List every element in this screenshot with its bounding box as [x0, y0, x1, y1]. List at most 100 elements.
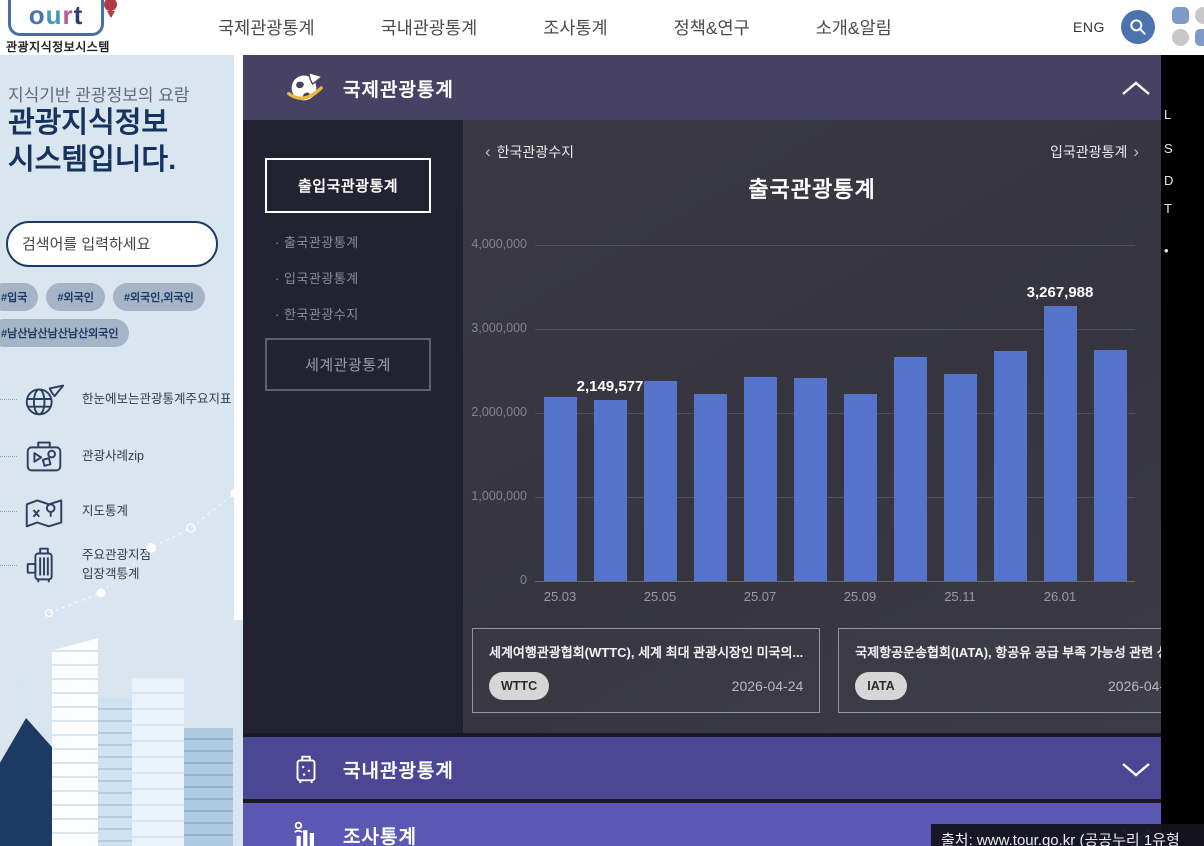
x-axis-tick — [1085, 589, 1135, 604]
all-menu-icon[interactable] — [1172, 7, 1204, 47]
x-axis-tick — [985, 589, 1035, 604]
bar[interactable] — [794, 378, 827, 581]
page: ourt 관광지식정보시스템 국제관광통계국내관광통계조사통계정책&연구소개&알… — [0, 0, 1204, 846]
submenu-group-world[interactable]: 세계관광통계 — [265, 338, 431, 391]
gridline — [535, 581, 1135, 582]
chevron-left-icon: ‹ — [479, 142, 497, 161]
search-input[interactable] — [22, 236, 221, 253]
section-title: 국제관광통계 — [343, 75, 454, 102]
bar-slot — [635, 245, 685, 581]
chevron-up-icon[interactable] — [1121, 81, 1151, 96]
news-badge: IATA — [855, 672, 906, 700]
building-shape — [0, 718, 58, 846]
city-illustration — [0, 606, 243, 846]
hashtag-cloud: #입국 #외국인 #외국인,외국인 #남산남산남산남산외국인 — [0, 283, 243, 355]
hashtag-pill[interactable]: #남산남산남산남산외국인 — [0, 319, 129, 347]
bar-slot — [735, 245, 785, 581]
globe-plane-badge-icon — [283, 66, 325, 108]
clipped-text-fragment: • — [1164, 243, 1169, 258]
x-axis-tick — [885, 589, 935, 604]
bar[interactable] — [944, 374, 977, 581]
topnav-item[interactable]: 소개&알림 — [816, 15, 892, 40]
clipped-text-fragment: L — [1164, 107, 1171, 122]
bar[interactable] — [644, 381, 677, 581]
news-title: 국제항공운송협회(IATA), 항공유 공급 부족 가능성 관련 성... — [855, 642, 1161, 661]
sidebar-item-label: 한눈에보는관광통계주요지표 — [82, 390, 232, 409]
bar[interactable] — [894, 357, 927, 581]
building-shape — [98, 698, 132, 846]
chart-title: 출국관광통계 — [463, 172, 1161, 204]
section-title: 조사통계 — [343, 822, 417, 846]
bar[interactable] — [694, 394, 727, 581]
y-axis-tick: 3,000,000 — [467, 321, 527, 335]
top-navigation: ourt 관광지식정보시스템 국제관광통계 국내관광통계 조사통계 정책&연구 소개&알… — [0, 0, 1204, 55]
chevron-right-icon: › — [1127, 142, 1145, 161]
submenu-list: · 출국관광통계 · 입국관광통계 · 한국관광수지 — [275, 232, 359, 340]
sidebar-item-key-indicators[interactable]: 한눈에보는관광통계주요지표 — [0, 373, 243, 425]
search-icon — [1128, 17, 1148, 37]
bar-slot — [885, 245, 935, 581]
bar[interactable] — [844, 394, 877, 581]
x-axis-tick: 26.01 — [1035, 589, 1085, 604]
building-shape — [52, 638, 98, 846]
bar[interactable] — [994, 351, 1027, 581]
source-attribution: 출처: www.tour.go.kr (공공누리 1유형 — [931, 824, 1204, 846]
x-axis-tick: 25.03 — [535, 589, 585, 604]
topnav-item[interactable]: 국내관광통계 — [381, 15, 478, 40]
hashtag-pill[interactable]: #외국인 — [46, 283, 104, 311]
language-toggle[interactable]: ENG — [1073, 19, 1105, 35]
bar[interactable] — [1094, 350, 1127, 581]
global-search-button[interactable] — [1121, 10, 1155, 44]
section-header-international[interactable]: 국제관광통계 — [243, 55, 1161, 120]
sidebar-item-label: 관광사례zip — [82, 447, 144, 466]
x-axis-tick — [585, 589, 635, 604]
survey-stats-icon — [289, 817, 323, 846]
sidebar-search[interactable] — [6, 221, 218, 267]
news-date: 2026-04-24 — [732, 678, 804, 694]
chart-plot: 2,149,5773,267,988 — [535, 245, 1135, 581]
chevron-down-icon[interactable] — [1121, 762, 1151, 777]
clipped-text-fragment: D — [1164, 173, 1173, 188]
news-cards: 세계여행관광협회(WTTC), 세계 최대 관광시장인 미국의... WTTC … — [472, 628, 1152, 713]
map-pin-icon — [104, 0, 118, 16]
building-shape — [184, 728, 233, 846]
hashtag-pill[interactable]: #외국인,외국인 — [113, 283, 205, 311]
chart-next-button[interactable]: 입국관광통계› — [1050, 142, 1145, 162]
stats-submenu: 출입국관광통계 · 출국관광통계 · 입국관광통계 · 한국관광수지 세계관광통계 — [243, 120, 463, 733]
dotted-leader — [0, 511, 17, 512]
logo-caption: 관광지식정보시스템 — [6, 38, 110, 55]
hashtag-pill[interactable]: #입국 — [0, 283, 38, 311]
section-header-domestic[interactable]: 국내관광통계 — [243, 737, 1161, 799]
bar-slot — [835, 245, 885, 581]
x-axis-tick: 25.05 — [635, 589, 685, 604]
hashtag-row: #입국 #외국인 #외국인,외국인 — [0, 283, 243, 311]
bar-slot: 2,149,577 — [585, 245, 635, 581]
topnav-menu: 국제관광통계 국내관광통계 조사통계 정책&연구 소개&알림 — [218, 0, 892, 55]
dotted-leader — [0, 456, 17, 457]
bar[interactable] — [544, 397, 577, 581]
logo-text: ourt — [29, 0, 84, 31]
submenu-item[interactable]: · 한국관광수지 — [275, 304, 359, 323]
bar[interactable] — [594, 400, 627, 581]
submenu-group-active[interactable]: 출입국관광통계 — [265, 158, 431, 213]
network-dots-decoration — [41, 471, 241, 631]
chart-panel: ‹한국관광수지 입국관광통계› 출국관광통계 4,000,0003,000,00… — [463, 120, 1161, 733]
sidebar-title: 관광지식정보 시스템입니다. — [8, 105, 176, 179]
clipped-text-fragment: T — [1164, 201, 1172, 216]
bar[interactable] — [1044, 306, 1077, 581]
news-card[interactable]: 국제항공운송협회(IATA), 항공유 공급 부족 가능성 관련 성... IA… — [838, 628, 1161, 713]
submenu-item[interactable]: · 입국관광통계 — [275, 268, 359, 287]
bar[interactable] — [744, 377, 777, 581]
site-logo[interactable]: ourt — [8, 0, 104, 36]
bars: 2,149,5773,267,988 — [535, 245, 1135, 581]
dotted-leader — [0, 565, 17, 566]
dotted-leader — [0, 399, 17, 400]
news-card[interactable]: 세계여행관광협회(WTTC), 세계 최대 관광시장인 미국의... WTTC … — [472, 628, 820, 713]
topnav-item[interactable]: 정책&연구 — [674, 15, 750, 40]
y-axis-tick: 1,000,000 — [467, 489, 527, 503]
topnav-item[interactable]: 조사통계 — [543, 15, 607, 40]
topnav-item[interactable]: 국제관광통계 — [218, 15, 315, 40]
y-axis-tick: 2,000,000 — [467, 405, 527, 419]
chart-prev-button[interactable]: ‹한국관광수지 — [479, 142, 574, 162]
submenu-item[interactable]: · 출국관광통계 — [275, 232, 359, 251]
